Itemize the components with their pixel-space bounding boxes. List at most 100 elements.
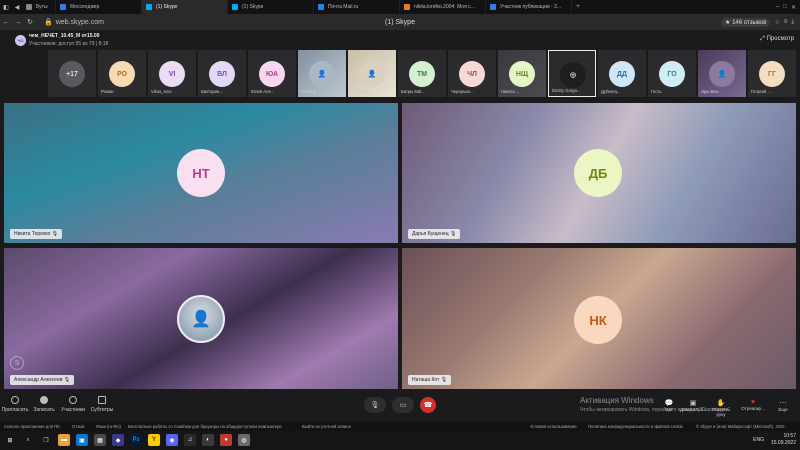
preview-button[interactable]: ⤢ Просмотр	[760, 36, 794, 43]
app-icon[interactable]: ◆	[112, 434, 124, 446]
tab-4[interactable]: Почта Mail.ru	[314, 0, 400, 14]
invite-button[interactable]: Пригласить	[0, 396, 30, 413]
feedback-link[interactable]: Отзыв	[72, 424, 84, 429]
participant-avatar: ГГ	[759, 61, 785, 87]
participant-chip[interactable]: 👤 Иры Вин...	[698, 50, 746, 97]
video-tile[interactable]: НТ Никита Терехко 🎙	[4, 103, 398, 243]
hang-up-button[interactable]: ☎	[420, 397, 436, 413]
participants-button[interactable]: Участники	[58, 396, 88, 413]
lock-icon: 🔒	[44, 19, 53, 26]
camera-icon: ▭	[399, 402, 407, 409]
discord-icon[interactable]: ◉	[166, 434, 178, 446]
raise-hand-button[interactable]: ✋ Поднять руку	[708, 399, 734, 417]
share-screen-button[interactable]: ▣ Демонстрa...	[680, 399, 707, 412]
react-button[interactable]: ♥ Отреагир...	[740, 399, 766, 411]
app-icon[interactable]: ●	[220, 434, 232, 446]
task-view-icon[interactable]: ❐	[40, 434, 52, 446]
share-icon	[11, 396, 19, 404]
tab-favicon	[404, 4, 410, 10]
call-title[interactable]: чем_НЕЧЕТ_10.45_М от15.09	[29, 33, 99, 39]
tab-1[interactable]: Мессенджер	[56, 0, 142, 14]
participant-chip[interactable]: 👤 Lusik Ma...	[348, 50, 396, 97]
back-icon[interactable]: ←	[0, 19, 12, 26]
participant-chip[interactable]: РО Роман	[98, 50, 146, 97]
sidebar-toggle-icon[interactable]: ◧	[1, 2, 11, 12]
tile-avatar: 👤	[177, 295, 225, 343]
camera-button[interactable]: ▭	[392, 397, 414, 413]
participant-avatar: VI	[159, 61, 185, 87]
more-button[interactable]: ⋯ Еще	[770, 399, 796, 412]
participant-avatar: ДД	[609, 61, 635, 87]
file-explorer-icon[interactable]: ▬	[58, 434, 70, 446]
tab-2[interactable]: (1) Skype	[142, 0, 228, 14]
download-icon[interactable]: ⤓	[791, 19, 794, 26]
participant-chip[interactable]: ◎ Dmitry Gorgo...	[548, 50, 596, 97]
participant-avatar: +17	[59, 61, 85, 87]
privacy-link[interactable]: Политика конфиденциальности и файлов coo…	[588, 424, 683, 429]
chat-button[interactable]: 💬 Чат	[656, 399, 682, 412]
mic-off-icon: 🎙	[370, 402, 380, 409]
search-icon[interactable]: ⌕	[22, 434, 34, 446]
participant-chip[interactable]: 👤 Георгий ...	[298, 50, 346, 97]
participant-avatar: ЮА	[259, 61, 285, 87]
app-icon[interactable]: ◍	[238, 434, 250, 446]
url-field[interactable]: 🔒 web.skype.com	[44, 18, 104, 27]
tab-0[interactable]: Буты	[22, 0, 56, 14]
app-icon[interactable]: ♫	[184, 434, 196, 446]
participant-chip[interactable]: +17	[48, 50, 96, 97]
participant-chip[interactable]: ЮА Юлия Але...	[248, 50, 296, 97]
participant-chip[interactable]: ЧЛ Чeрepuae...	[448, 50, 496, 97]
minimize-icon[interactable]: –	[776, 4, 779, 11]
app-icon[interactable]: ◐	[202, 434, 214, 446]
store-icon[interactable]: ▣	[76, 434, 88, 446]
participant-avatar: ВЛ	[209, 61, 235, 87]
tile-avatar: ДБ	[574, 149, 622, 197]
record-button[interactable]: Записать	[29, 396, 59, 413]
video-tile[interactable]: 👤 Александр Алексеев 🎙 S	[4, 248, 398, 389]
participant-chip[interactable]: ГО Гость	[648, 50, 696, 97]
forward-icon[interactable]: →	[12, 19, 24, 26]
sign-out-link[interactable]: Выйти из учетной записи	[302, 424, 351, 429]
language-indicator[interactable]: ENG	[753, 437, 764, 443]
reviews-badge[interactable]: ★ 146 отзывов	[721, 17, 771, 27]
participant-avatar: ЧЛ	[459, 61, 485, 87]
download-app-link[interactable]: Скачать приложение для ПК	[4, 424, 60, 429]
new-tab-icon[interactable]: +	[573, 2, 583, 12]
terms-link[interactable]: Условия использования	[530, 424, 576, 429]
subtitles-button[interactable]: Субтитры	[87, 396, 117, 413]
tab-6[interactable]: Участник публикации - 2...	[486, 0, 572, 14]
tab-scroll-left-icon[interactable]: ◀	[12, 2, 22, 12]
menu-icon[interactable]: ≡	[784, 19, 788, 25]
video-tile[interactable]: ДБ Дарья Бущенец 🎙	[402, 103, 796, 243]
participant-name: Lusik Ma...	[351, 89, 372, 94]
participant-name: Георгий ...	[751, 89, 771, 94]
app-icon[interactable]: ▦	[94, 434, 106, 446]
participant-chip[interactable]: ВЛ Викторин...	[198, 50, 246, 97]
participant-chip[interactable]: НЩ Никита ...	[498, 50, 546, 97]
photoshop-icon[interactable]: Ps	[130, 434, 142, 446]
video-tile[interactable]: НК Наташа Кот 🎙	[402, 248, 796, 389]
reload-icon[interactable]: ↻	[24, 18, 36, 26]
bookmark-icon[interactable]: ☆	[774, 19, 779, 26]
tab-favicon	[26, 4, 32, 10]
participant-photo-icon: 👤	[709, 61, 735, 87]
tab-3[interactable]: (1) Skype	[228, 0, 314, 14]
maximize-icon[interactable]: □	[783, 4, 787, 11]
tab-5[interactable]: nikita.lorelko.2004: Моя с...	[400, 0, 486, 14]
yandex-browser-icon[interactable]: Y	[148, 434, 160, 446]
participant-chip[interactable]: ТМ Батры Мal...	[398, 50, 446, 97]
close-icon[interactable]: ✕	[791, 4, 796, 11]
mute-button[interactable]: 🎙	[364, 397, 386, 413]
public-computer-link[interactable]: Бесплатные работы со Скайпом для браузер…	[128, 424, 282, 429]
tile-name-label: Дарья Бущенец 🎙	[408, 229, 461, 239]
windows-start-icon[interactable]: ⊞	[4, 434, 16, 446]
participant-chip[interactable]: ГГ Георгий ...	[748, 50, 796, 97]
tab-favicon	[318, 4, 324, 10]
participant-chip[interactable]: VI Vikus_smo	[148, 50, 196, 97]
chat-icon: 💬	[664, 400, 674, 407]
language-link[interactable]: Язык (ru-RU)	[96, 424, 121, 429]
participant-chip[interactable]: ДД Дубинчу...	[598, 50, 646, 97]
participant-name: Иры Вин...	[701, 89, 722, 94]
clock[interactable]: 10:57 15.09.2022	[771, 433, 796, 447]
participant-name: Dmitry Gorgo...	[552, 88, 581, 93]
